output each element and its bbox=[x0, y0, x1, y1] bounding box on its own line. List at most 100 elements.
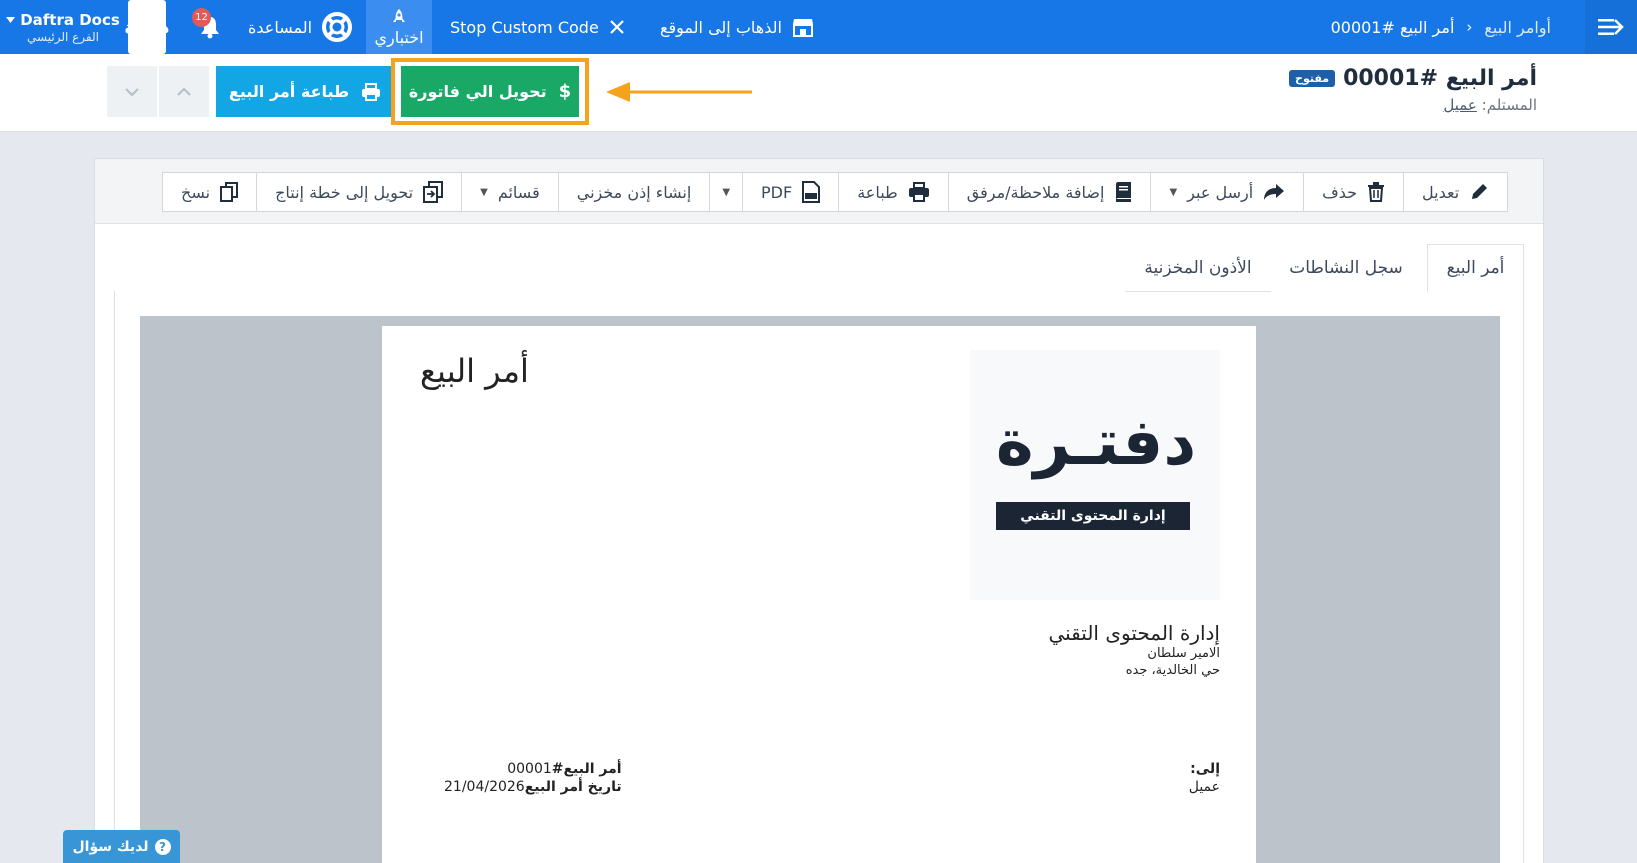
lists-dropdown[interactable]: قسائم ▼ bbox=[461, 173, 558, 211]
lists-label: قسائم bbox=[497, 182, 540, 202]
pdf-button[interactable]: PDF bbox=[742, 173, 838, 211]
dollar-icon: $ bbox=[558, 81, 572, 102]
recipient-row: المستلم: عميل bbox=[1443, 96, 1537, 114]
print-sales-order-label: طباعة أمر البيع bbox=[228, 82, 350, 101]
add-note-button[interactable]: إضافة ملاحظة/مرفق bbox=[947, 173, 1151, 211]
convert-to-invoice-button[interactable]: $ تحويل الي فاتورة bbox=[401, 66, 579, 117]
page-title: أمر البيع #00001 bbox=[1343, 66, 1537, 91]
so-date-label: تاريخ أمر البيع bbox=[524, 779, 622, 795]
document-viewer: أمر البيع دفتـرة إدارة المحتوى التقني إد… bbox=[114, 291, 1524, 863]
printer-icon bbox=[362, 82, 381, 101]
stop-custom-code-label: Stop Custom Code bbox=[450, 17, 599, 37]
create-stock-permit-label: إنشاء إذن مخزني bbox=[576, 182, 692, 202]
next-record-button[interactable] bbox=[107, 66, 157, 117]
menu-arrow-icon bbox=[1598, 19, 1624, 35]
goto-site-label: الذهاب إلى الموقع bbox=[660, 17, 782, 37]
create-stock-permit-button[interactable]: إنشاء إذن مخزني bbox=[557, 173, 710, 211]
share-arrow-icon bbox=[1264, 184, 1285, 200]
tab-activity-log[interactable]: سجل النشاطات bbox=[1271, 244, 1421, 292]
pencil-icon bbox=[1472, 184, 1488, 199]
help-menu[interactable]: المساعدة bbox=[248, 0, 353, 54]
account-branch: الفرع الرئيسي bbox=[27, 29, 99, 44]
convert-production-label: تحويل إلى خطة إنتاج bbox=[275, 182, 414, 202]
company-info: إدارة المحتوى التقني الامير سلطان حي الخ… bbox=[1048, 621, 1220, 679]
so-number-value: 00001 bbox=[507, 761, 552, 777]
document-title: أمر البيع bbox=[420, 352, 529, 390]
to-value: عميل bbox=[1188, 779, 1220, 795]
print-button[interactable]: طباعة bbox=[838, 173, 948, 211]
tab-sales-order-label: أمر البيع bbox=[1446, 258, 1505, 278]
delete-label: حذف bbox=[1322, 182, 1358, 202]
sidebar-toggle-button[interactable] bbox=[1585, 0, 1637, 54]
breadcrumb: أوامر البيع ‹ أمر البيع #00001 bbox=[1331, 0, 1551, 54]
file-convert-icon bbox=[423, 181, 444, 203]
so-number-label: أمر البيع# bbox=[551, 761, 622, 777]
main-card: تعديل حذف أرسل عبر ▼ إضافة ملاحظة/مرفق ط… bbox=[94, 158, 1544, 863]
copy-label: نسخ bbox=[181, 182, 211, 202]
title-row: أمر البيع #00001 مفتوح bbox=[1289, 66, 1537, 91]
add-note-label: إضافة ملاحظة/مرفق bbox=[966, 182, 1105, 202]
preview-background: أمر البيع دفتـرة إدارة المحتوى التقني إد… bbox=[140, 316, 1500, 863]
chevron-up-icon bbox=[177, 86, 191, 96]
previous-record-button[interactable] bbox=[159, 66, 209, 117]
copy-button[interactable]: نسخ bbox=[163, 173, 256, 211]
account-name: Daftra Docs bbox=[20, 10, 120, 29]
chevron-left-icon: ‹ bbox=[1466, 18, 1473, 36]
document-logo: دفتـرة إدارة المحتوى التقني bbox=[970, 350, 1220, 600]
breadcrumb-parent-link[interactable]: أوامر البيع bbox=[1484, 18, 1551, 37]
pdf-label: PDF bbox=[761, 182, 793, 202]
close-icon bbox=[610, 20, 624, 34]
send-via-dropdown[interactable]: أرسل عبر ▼ bbox=[1150, 173, 1303, 211]
ask-question-label: لديك سؤال bbox=[72, 838, 149, 855]
highlight-box: $ تحويل الي فاتورة bbox=[391, 58, 589, 125]
notifications-button[interactable]: 12 bbox=[192, 0, 228, 54]
trash-icon bbox=[1368, 182, 1385, 202]
page-header: أمر البيع #00001 مفتوح المستلم: عميل طبا… bbox=[0, 54, 1637, 132]
goto-site-link[interactable]: الذهاب إلى الموقع bbox=[660, 0, 814, 54]
address-line-1: الامير سلطان bbox=[1147, 646, 1220, 661]
ask-question-button[interactable]: ? لديك سؤال bbox=[63, 830, 180, 863]
lifebuoy-icon bbox=[322, 12, 353, 42]
rocket-icon bbox=[393, 8, 405, 22]
toolbar-buttons: تعديل حذف أرسل عبر ▼ إضافة ملاحظة/مرفق ط… bbox=[162, 172, 1509, 212]
more-options-dropdown[interactable]: ▼ bbox=[709, 173, 742, 211]
logo-wordmark: دفتـرة bbox=[995, 406, 1197, 480]
tab-bar: أمر البيع سجل النشاطات الأذون المخزنية bbox=[95, 244, 1543, 292]
tab-activity-log-label: سجل النشاطات bbox=[1289, 258, 1403, 278]
logo-text: دفترة bbox=[124, 17, 170, 37]
order-meta: أمر البيع#00001 تاريخ أمر البيع21/04/202… bbox=[444, 760, 622, 796]
edit-label: تعديل bbox=[1422, 182, 1460, 202]
convert-production-button[interactable]: تحويل إلى خطة إنتاج bbox=[256, 173, 461, 211]
test-mode-tab[interactable]: اختباري bbox=[366, 0, 432, 54]
store-icon bbox=[792, 19, 813, 37]
caret-down-icon: ▼ bbox=[722, 186, 731, 198]
action-toolbar: تعديل حذف أرسل عبر ▼ إضافة ملاحظة/مرفق ط… bbox=[95, 159, 1543, 224]
document-page: أمر البيع دفتـرة إدارة المحتوى التقني إد… bbox=[382, 326, 1256, 863]
question-icon: ? bbox=[154, 838, 171, 855]
company-logo: دفترة bbox=[125, 0, 169, 54]
caret-down-icon: ▼ bbox=[480, 186, 488, 198]
printer-icon bbox=[908, 182, 929, 202]
tab-sales-order[interactable]: أمر البيع bbox=[1427, 244, 1524, 292]
tab-stock-permits[interactable]: الأذون المخزنية bbox=[1125, 244, 1271, 292]
print-sales-order-button[interactable]: طباعة أمر البيع bbox=[216, 66, 394, 117]
notification-count-badge: 12 bbox=[192, 8, 211, 27]
test-mode-label: اختباري bbox=[374, 27, 424, 47]
recipient-link[interactable]: عميل bbox=[1443, 96, 1477, 114]
account-menu[interactable]: Daftra Docs الفرع الرئيسي bbox=[6, 0, 120, 54]
breadcrumb-current: أمر البيع #00001 bbox=[1330, 17, 1455, 37]
edit-button[interactable]: تعديل bbox=[1403, 173, 1507, 211]
caret-down-icon bbox=[6, 16, 16, 23]
chevron-down-icon bbox=[125, 87, 139, 97]
stop-custom-code-button[interactable]: Stop Custom Code bbox=[450, 0, 625, 54]
send-via-label: أرسل عبر bbox=[1187, 182, 1254, 202]
help-label: المساعدة bbox=[248, 17, 313, 37]
to-label: إلى: bbox=[1190, 761, 1220, 777]
top-navbar: أوامر البيع ‹ أمر البيع #00001 الذهاب إل… bbox=[0, 0, 1637, 54]
recipient-label: المستلم: bbox=[1481, 96, 1537, 114]
account-name-row: Daftra Docs bbox=[6, 11, 120, 29]
so-date-value: 21/04/2026 bbox=[444, 779, 525, 795]
tab-stock-permits-label: الأذون المخزنية bbox=[1144, 257, 1252, 278]
company-name: إدارة المحتوى التقني bbox=[1048, 621, 1220, 645]
delete-button[interactable]: حذف bbox=[1303, 173, 1403, 211]
